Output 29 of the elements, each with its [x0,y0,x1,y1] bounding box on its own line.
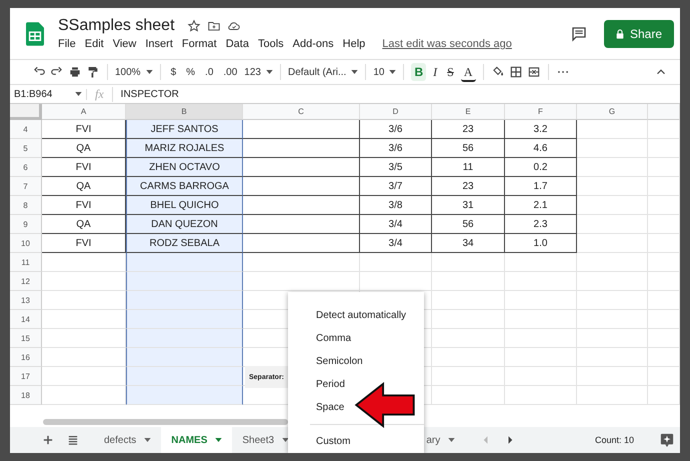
function-label: fx [87,86,113,102]
table-cell: 3/4 [360,234,432,253]
table-cell: 4.6 [505,139,577,158]
table-cell: CARMS BARROGA [126,177,243,196]
table-cell: 3/6 [360,120,432,139]
table-cell: 11 [432,158,505,177]
table-cell: 3/6 [360,139,432,158]
table-cell: RODZ SEBALA [126,234,243,253]
table-cell: 56 [432,215,505,234]
table-cell: 34 [432,234,505,253]
table-cell: 2.1 [505,196,577,215]
table-cell: 2.3 [505,215,577,234]
table-cell: 3/8 [360,196,432,215]
table-cell: BHEL QUICHO [126,196,243,215]
table-cell: 31 [432,196,505,215]
table-cell: 0.2 [505,158,577,177]
table-cell: 23 [432,120,505,139]
table-cell: ZHEN OCTAVO [126,158,243,177]
table-cell: 3.2 [505,120,577,139]
table-cell: 1.7 [505,177,577,196]
table-cell: MARIZ ROJALES [126,139,243,158]
table-cell: DAN QUEZON [126,215,243,234]
table-cell: 3/4 [360,215,432,234]
table-cell: 1.0 [505,234,577,253]
table-cell: 23 [432,177,505,196]
table-cell: 3/5 [360,158,432,177]
table-cell: JEFF SANTOS [126,120,243,139]
table-cell: 56 [432,139,505,158]
table-cell: 3/7 [360,177,432,196]
